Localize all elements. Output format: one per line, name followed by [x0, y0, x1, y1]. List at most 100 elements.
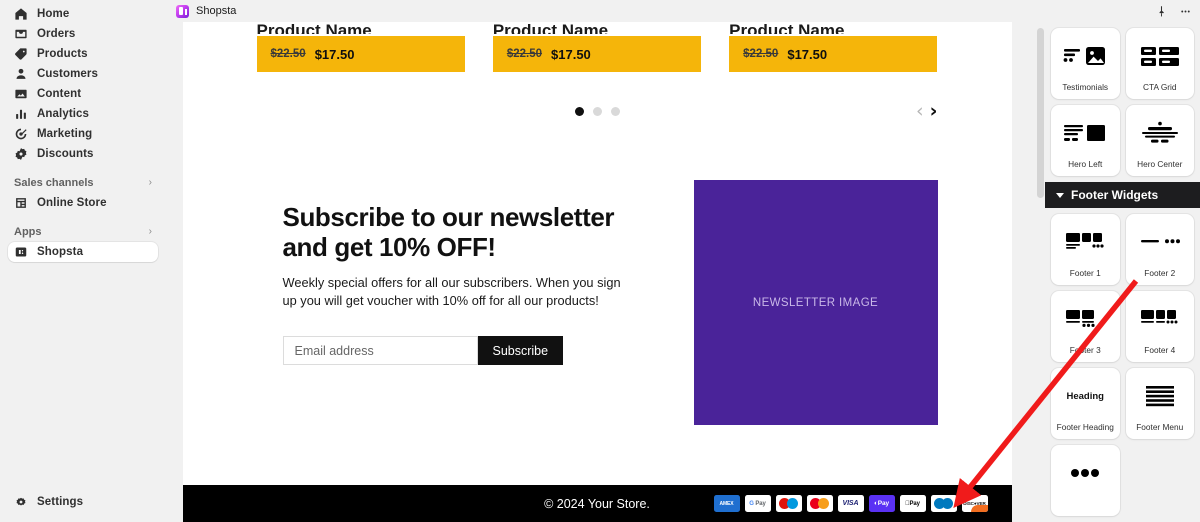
shopsta-icon: [14, 245, 28, 259]
discover-icon: DISC●VER: [961, 495, 988, 512]
sidebar-item-marketing[interactable]: Marketing: [8, 124, 158, 144]
gear-icon: [14, 495, 28, 509]
subscribe-button[interactable]: Subscribe: [477, 336, 564, 365]
sidebar-item-label: Customers: [37, 68, 98, 80]
sidebar-item-label: Orders: [37, 28, 76, 40]
analytics-icon: [14, 107, 28, 121]
carousel-dot-3[interactable]: [610, 106, 620, 116]
topbar-actions: [1154, 4, 1192, 18]
widget-card-footer-heading[interactable]: Heading Footer Heading: [1051, 368, 1120, 439]
carousel-dots: [574, 106, 620, 116]
preview-scrollbar-thumb[interactable]: [1037, 28, 1044, 198]
widget-card-cta-grid[interactable]: CTA Grid: [1125, 28, 1194, 99]
footer-heading-thumb: Heading: [1067, 381, 1104, 411]
sidebar-item-online-store[interactable]: Online Store: [8, 193, 158, 213]
carousel-next-icon[interactable]: ›: [930, 101, 938, 121]
hero-left-thumb: [1063, 118, 1107, 148]
storefront-footer: © 2024 Your Store. AMEX G Pay VISA ◐Pay …: [182, 485, 1012, 522]
carousel-dot-1[interactable]: [574, 106, 584, 116]
footer-4-thumb: [1138, 304, 1182, 334]
widget-library-panel: Testimonials CTA Grid Hero Left Hero Cen…: [1045, 22, 1200, 522]
sidebar-item-home[interactable]: Home: [8, 4, 158, 24]
sidebar-item-content[interactable]: Content: [8, 84, 158, 104]
carousel-prev-icon[interactable]: ‹: [916, 101, 924, 121]
sidebar-item-products[interactable]: Products: [8, 44, 158, 64]
cta-grid-thumb: [1138, 41, 1182, 71]
app-title: Shopsta: [196, 5, 237, 17]
sidebar-item-orders[interactable]: Orders: [8, 24, 158, 44]
widget-card-testimonials[interactable]: Testimonials: [1051, 28, 1120, 99]
product-price-old: $22.50: [743, 48, 779, 60]
chevron-right-icon[interactable]: ›: [149, 227, 152, 237]
editor-body: Product Name $22.50 $17.50 Product Name …: [166, 22, 1200, 522]
preview-scrollbar[interactable]: [1036, 22, 1045, 522]
chevron-right-icon[interactable]: ›: [149, 178, 152, 188]
product-card[interactable]: Product Name $22.50 $17.50: [256, 22, 465, 72]
footer-widgets-section-header[interactable]: Footer Widgets: [1045, 182, 1200, 208]
newsletter-section: Subscribe to our newsletter and get 10% …: [183, 124, 1012, 425]
newsletter-body: Weekly special offers for all our subscr…: [282, 275, 621, 308]
sidebar-item-label: Settings: [37, 496, 84, 508]
widget-card-hero-left[interactable]: Hero Left: [1051, 105, 1120, 176]
testimonials-thumb: [1063, 41, 1107, 71]
widget-label: Hero Center: [1137, 159, 1183, 169]
newsletter-content: Subscribe to our newsletter and get 10% …: [282, 180, 666, 365]
widget-card-footer-2[interactable]: Footer 2: [1125, 214, 1194, 285]
footer-heading-thumb-text: Heading: [1066, 390, 1104, 402]
home-icon: [14, 7, 28, 21]
google-pay-icon: G Pay: [744, 495, 771, 512]
widget-card-social[interactable]: [1051, 445, 1120, 516]
orders-icon: [14, 27, 28, 41]
product-card[interactable]: Product Name $22.50 $17.50: [729, 22, 938, 72]
apple-pay-icon: Pay: [899, 495, 926, 512]
widget-card-footer-1[interactable]: Footer 1: [1051, 214, 1120, 285]
widget-card-footer-menu[interactable]: Footer Menu: [1125, 368, 1194, 439]
customers-icon: [14, 67, 28, 81]
sidebar-item-label: Content: [37, 88, 82, 100]
product-card[interactable]: Product Name $22.50 $17.50: [492, 22, 702, 72]
sidebar-item-customers[interactable]: Customers: [8, 64, 158, 84]
sidebar-section-sales-channels[interactable]: Sales channels ›: [8, 173, 158, 193]
widget-label: Footer Menu: [1136, 422, 1184, 432]
footer-menu-thumb: [1143, 381, 1177, 411]
sidebar-item-settings[interactable]: Settings: [8, 492, 158, 512]
sidebar-item-label: Discounts: [37, 148, 94, 160]
widget-label: Footer Heading: [1056, 422, 1114, 432]
widget-label: Footer 1: [1069, 268, 1101, 278]
visa-icon: VISA: [837, 495, 864, 512]
carousel-arrows: ‹ ›: [916, 101, 938, 121]
email-input[interactable]: [282, 336, 478, 365]
sidebar-item-analytics[interactable]: Analytics: [8, 104, 158, 124]
more-horizontal-icon[interactable]: [1178, 4, 1192, 18]
sidebar-section-apps[interactable]: Apps ›: [8, 222, 158, 242]
triangle-down-icon: [1056, 192, 1064, 198]
sidebar-item-shopsta[interactable]: Shopsta: [8, 242, 158, 262]
widget-grid-footer: Footer 1 Footer 2 Footer 3 Footer 4 Head…: [1045, 208, 1200, 522]
app-editor: Shopsta Product Name $22.50 $17.50 Produ…: [166, 0, 1200, 522]
widget-label: Footer 2: [1144, 268, 1176, 278]
section-title: Footer Widgets: [1071, 188, 1159, 202]
sidebar-item-discounts[interactable]: Discounts: [8, 144, 158, 164]
widget-card-footer-3[interactable]: Footer 3: [1051, 291, 1120, 362]
maestro-icon: [775, 495, 802, 512]
product-price-band: $22.50 $17.50: [492, 36, 702, 72]
widget-card-hero-center[interactable]: Hero Center: [1125, 105, 1194, 176]
app-topbar: Shopsta: [166, 0, 1200, 22]
store-preview-canvas: Product Name $22.50 $17.50 Product Name …: [166, 22, 1036, 522]
product-price-old: $22.50: [506, 48, 543, 60]
pin-icon[interactable]: [1154, 4, 1168, 18]
payment-methods: AMEX G Pay VISA ◐Pay Pay DISC●VER: [713, 495, 988, 512]
product-price-old: $22.50: [270, 48, 306, 60]
product-title: Product Name: [492, 22, 609, 34]
widget-card-footer-4[interactable]: Footer 4: [1125, 291, 1194, 362]
widget-label: Hero Left: [1068, 159, 1103, 169]
product-price-new: $17.50: [787, 46, 828, 62]
products-icon: [14, 47, 28, 61]
sidebar-footer: Settings: [0, 492, 166, 522]
carousel-dot-2[interactable]: [592, 106, 602, 116]
newsletter-form: Subscribe: [282, 336, 666, 365]
product-card-list: Product Name $22.50 $17.50 Product Name …: [256, 22, 938, 72]
mastercard-icon: [806, 495, 833, 512]
footer-3-thumb: [1063, 304, 1107, 334]
